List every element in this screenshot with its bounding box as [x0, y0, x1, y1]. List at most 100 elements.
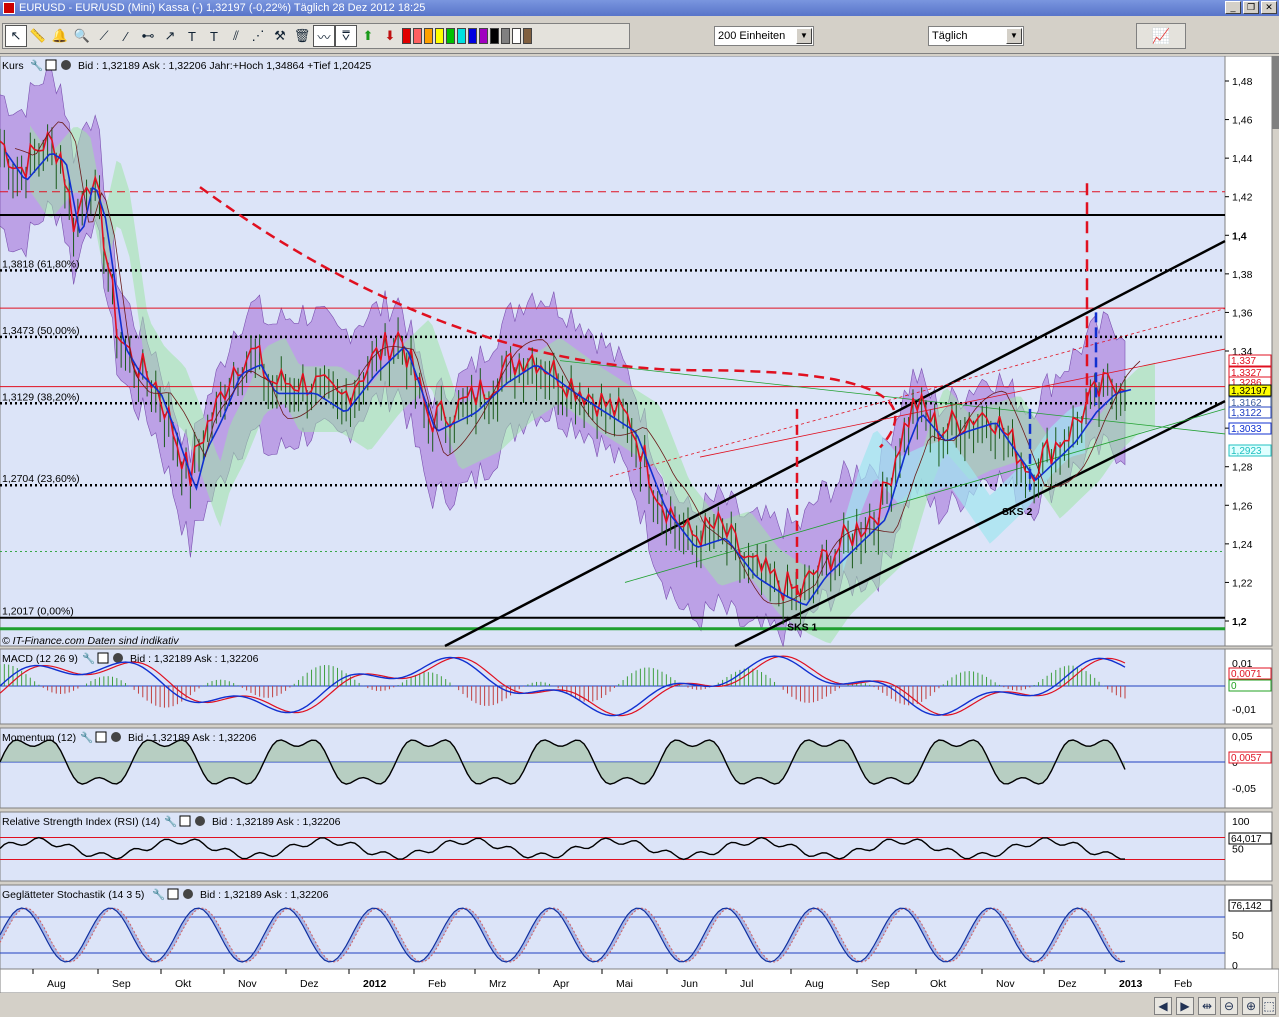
price-axis-label: 1,26 — [1232, 500, 1253, 512]
chevron-down-icon[interactable]: ▼ — [1006, 28, 1022, 44]
color-swatch-yellow[interactable] — [435, 28, 444, 44]
chart-area[interactable]: 1,3818 (61,80%) 1,3473 (50,00%) 1,3129 (38… — [0, 56, 1279, 1017]
minimize-button[interactable]: _ — [1225, 1, 1241, 14]
chart-style-button[interactable]: 📈 — [1136, 23, 1186, 49]
color-swatch-white[interactable] — [512, 28, 521, 44]
stoch-axis-label: 0 — [1232, 960, 1238, 972]
window-title: EURUSD - EUR/USD (Mini) Kassa (-) 1,3219… — [19, 2, 426, 14]
price-axis-label: 1,48 — [1232, 76, 1253, 88]
time-axis-bg — [0, 968, 1279, 994]
time-axis-label: Okt — [930, 978, 946, 990]
tools-icon[interactable]: ⚒ — [269, 25, 291, 47]
parallel-lines-icon[interactable]: ⋰ — [247, 25, 269, 47]
rsi-quote: Bid : 1,32189 Ask : 1,32206 — [212, 816, 341, 828]
fib-label: 1,2017 (0,00%) — [2, 606, 74, 618]
stoch-value-label: 76,142 — [1231, 901, 1262, 912]
color-swatch-red[interactable] — [402, 28, 411, 44]
time-axis-label: Sep — [112, 978, 131, 990]
close-button[interactable]: ✕ — [1261, 1, 1277, 14]
trash-icon[interactable]: 🗑 — [291, 25, 313, 47]
rsi-close-icon[interactable] — [195, 816, 205, 826]
scroll-right-button[interactable]: ▶ — [1176, 997, 1194, 1015]
price-axis-label: 1,42 — [1232, 192, 1253, 204]
price-axis-label: 1,2 — [1232, 616, 1247, 628]
color-swatch-purple[interactable] — [479, 28, 488, 44]
price-box-label: 1,3033 — [1231, 424, 1262, 435]
interval-select[interactable]: Täglich ▼ — [928, 26, 1024, 46]
time-axis-label: Aug — [47, 978, 66, 990]
zoom-icon[interactable]: 🔍 — [71, 25, 93, 47]
rsi-value-label: 64,017 — [1231, 834, 1262, 845]
price-axis-label: 1,38 — [1232, 269, 1253, 281]
macd-close-icon[interactable] — [113, 653, 123, 663]
units-select[interactable]: 200 Einheiten ▼ — [714, 26, 814, 46]
price-axis-label: 1,46 — [1232, 115, 1253, 127]
arrow-up-icon[interactable]: ⬆ — [357, 25, 379, 47]
fit-icon[interactable]: ⬚ — [1262, 997, 1276, 1015]
panel-price-bg[interactable] — [0, 56, 1226, 647]
zoom-in-icon[interactable]: ⊕ — [1242, 997, 1260, 1015]
color-swatch-orange[interactable] — [424, 28, 433, 44]
bottom-bar: ◀ ▶ ⇹ ⊖ ⊕ ⬚ — [0, 993, 1279, 1017]
color-swatch-blue[interactable] — [468, 28, 477, 44]
price-axis-label: 1,24 — [1232, 539, 1253, 551]
macd-maximize-icon[interactable] — [97, 652, 109, 664]
pointer-icon[interactable]: ↖ — [5, 25, 27, 47]
text-tool-icon[interactable]: T — [181, 25, 203, 47]
channel-icon[interactable]: ⫽ — [225, 25, 247, 47]
units-select-value: 200 Einheiten — [718, 30, 786, 42]
toolbar: ↖ 📏 🔔 🔍 ⟋ ⁄ ⊷ ↗ T T ⫽ ⋰ ⚒ 🗑 〰 ⩢ ⬆ ⬇ 200 … — [0, 16, 1279, 54]
text-box-icon[interactable]: T — [203, 25, 225, 47]
color-swatch-green[interactable] — [446, 28, 455, 44]
color-swatch-brown[interactable] — [523, 28, 532, 44]
stoch-maximize-icon[interactable] — [167, 888, 179, 900]
alarm-bell-icon[interactable]: 🔔 — [49, 25, 71, 47]
zoom-out-icon[interactable]: ⊖ — [1220, 997, 1238, 1015]
price-close-icon[interactable] — [61, 60, 71, 70]
stoch-close-icon[interactable] — [183, 889, 193, 899]
trendline-icon[interactable]: ⟋ — [93, 25, 115, 47]
rsi-maximize-icon[interactable] — [179, 815, 191, 827]
panel-stoch-axis — [1224, 884, 1273, 970]
time-axis-label: Feb — [428, 978, 446, 990]
arrow-down-icon[interactable]: ⬇ — [379, 25, 401, 47]
momentum-axis-label: -0,05 — [1232, 783, 1256, 795]
macd-title: MACD (12 26 9) — [2, 653, 78, 665]
time-axis-label: Okt — [175, 978, 191, 990]
line-chart-icon[interactable]: 〰 — [313, 25, 335, 47]
color-swatch-pink[interactable] — [413, 28, 422, 44]
price-axis-label: 1,36 — [1232, 307, 1253, 319]
ray-line-icon[interactable]: ⁄ — [115, 25, 137, 47]
horizontal-line-icon[interactable]: ⊷ — [137, 25, 159, 47]
vertical-scrollbar[interactable] — [1272, 56, 1279, 129]
stoch-quote: Bid : 1,32189 Ask : 1,32206 — [200, 889, 329, 901]
title-bar: EURUSD - EUR/USD (Mini) Kassa (-) 1,3219… — [0, 0, 1279, 16]
price-box-label: 1,32197 — [1231, 386, 1268, 397]
rsi-axis-label: 50 — [1232, 844, 1244, 856]
momentum-maximize-icon[interactable] — [95, 731, 107, 743]
stoch-axis-label: 50 — [1232, 930, 1244, 942]
ruler-icon[interactable]: 📏 — [27, 25, 49, 47]
compress-icon[interactable]: ⇹ — [1198, 997, 1216, 1015]
chevron-down-icon[interactable]: ▼ — [796, 28, 812, 44]
arrow-line-icon[interactable]: ↗ — [159, 25, 181, 47]
color-swatch-gray[interactable] — [501, 28, 510, 44]
time-axis-label: Dez — [1058, 978, 1077, 990]
restore-button[interactable]: ❐ — [1243, 1, 1259, 14]
momentum-close-icon[interactable] — [111, 732, 121, 742]
stoch-settings-icon: 🔧 — [152, 888, 165, 901]
macd-value-label: 0 — [1231, 681, 1237, 692]
scroll-left-button[interactable]: ◀ — [1154, 997, 1172, 1015]
chart-canvas[interactable]: 1,3818 (61,80%) 1,3473 (50,00%) 1,3129 (38… — [0, 56, 1279, 1017]
color-swatch-black[interactable] — [490, 28, 499, 44]
price-settings-icon: 🔧 — [30, 59, 43, 72]
time-axis-label: Feb — [1174, 978, 1192, 990]
color-swatch-cyan[interactable] — [457, 28, 466, 44]
price-maximize-icon[interactable] — [45, 59, 57, 71]
fibonacci-icon[interactable]: ⩢ — [335, 25, 357, 47]
price-box-label: 1,2923 — [1231, 446, 1262, 457]
time-axis-label: Mai — [616, 978, 633, 990]
macd-value-label: 0,0071 — [1231, 669, 1262, 680]
time-axis-label: Apr — [553, 978, 570, 990]
price-axis-label: 1,4 — [1232, 230, 1247, 242]
